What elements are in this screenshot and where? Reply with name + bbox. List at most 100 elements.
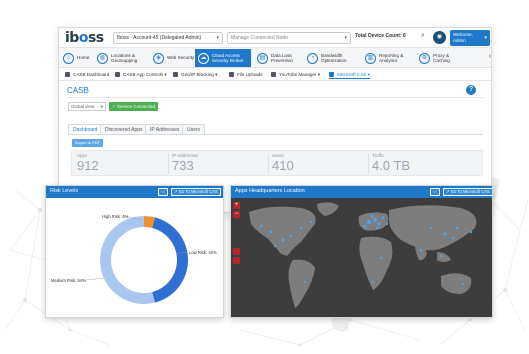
- chart-icon: ▥: [365, 52, 376, 64]
- nav-label: Data Loss Prevention: [271, 52, 293, 64]
- account-select[interactable]: Iboss - Account-45 (Delegated Admin) ▾: [113, 32, 223, 44]
- subnav-label: YouTube Manager ▾: [279, 72, 321, 77]
- australia: [441, 273, 472, 294]
- subnav-file-uploads[interactable]: File Uploads: [229, 70, 263, 79]
- sub-nav: CASB Dashboard CASB App Controls ▾ Geo/I…: [59, 68, 491, 81]
- subnav-youtube-manager[interactable]: YouTube Manager ▾: [271, 70, 320, 79]
- nav-home[interactable]: ⌂ Home: [63, 49, 89, 67]
- nav-proxy[interactable]: ⚙ Proxy & Caching: [419, 49, 463, 67]
- divider: [368, 154, 369, 174]
- view-select-value: Global view: [71, 104, 95, 109]
- go-to-microsoft-cas-button[interactable]: ↗ Go To Microsoft CAS: [443, 188, 492, 196]
- nav-reporting[interactable]: ▥ Reporting & Analytics: [365, 49, 415, 67]
- view-select[interactable]: Global view ▾: [68, 102, 106, 111]
- tab-dashboard[interactable]: Dashboard: [68, 124, 103, 134]
- status-badge: ✓ Service Connected: [109, 102, 159, 111]
- subnav-label: Geo/IP Blocking ▾: [181, 72, 218, 77]
- subnav-label: CASB Dashboard: [73, 72, 110, 77]
- nav-locations[interactable]: ◍ Locations & Geomapping: [97, 49, 147, 67]
- risk-donut-chart: [85, 215, 188, 304]
- eye-icon[interactable]: ◉: [433, 31, 446, 44]
- panel-header: Risk Levels ⇔ ↗ Go To Microsoft CAS: [46, 186, 223, 198]
- asia: [389, 205, 477, 251]
- page-title: CASB: [67, 86, 89, 95]
- controls-icon: [115, 72, 120, 77]
- main-nav: ⌂ Home ◍ Locations & Geomapping ◈ Web Se…: [59, 48, 491, 68]
- nav-casb[interactable]: ☁ Cloud Access Security Broker: [195, 49, 251, 67]
- donut-slice-low-risk[interactable]: [152, 217, 188, 303]
- europe: [358, 212, 389, 231]
- nav-label: Locations & Geomapping: [111, 52, 138, 64]
- manage-node-select[interactable]: Manage Connected Node ▾: [227, 32, 351, 44]
- nav-label: Bandwidth Optimization: [321, 52, 347, 64]
- cloud-icon: ☁: [198, 52, 209, 64]
- stat-value: 4.0 TB: [372, 158, 411, 173]
- leader-line-medium-risk: [85, 277, 105, 281]
- world-map[interactable]: + −: [231, 198, 492, 317]
- world-map-svg: [249, 202, 477, 308]
- upload-icon: [229, 72, 234, 77]
- chevron-down-icon: ▾: [216, 35, 219, 41]
- greenland: [317, 202, 339, 216]
- nav-bandwidth[interactable]: ◔ Bandwidth Optimization: [307, 49, 359, 67]
- continents: [249, 202, 477, 308]
- zoom-in-button[interactable]: +: [233, 202, 240, 209]
- nav-label: Home: [77, 55, 90, 61]
- expand-icon[interactable]: ⇔: [430, 188, 440, 196]
- subnav-casb-dashboard[interactable]: CASB Dashboard: [65, 70, 109, 79]
- donut-slice-medium-risk[interactable]: [100, 216, 155, 304]
- dashboard-icon: [65, 72, 70, 77]
- divider: [68, 134, 483, 135]
- subnav-microsoft-cas[interactable]: Microsoft CAS ▾: [329, 70, 370, 79]
- microsoft-icon: [329, 72, 334, 77]
- stat-value: 733: [172, 158, 194, 173]
- search-icon[interactable]: ⌕: [421, 32, 425, 40]
- expand-icon[interactable]: ⇔: [158, 188, 168, 196]
- top-bar: iboss Iboss - Account-45 (Delegated Admi…: [59, 28, 491, 48]
- panel-header: Apps Headquarters Location ⇔ ↗ Go To Mic…: [231, 186, 492, 198]
- gear-icon: ⚙: [419, 52, 430, 64]
- stat-users: Users 410: [272, 153, 294, 173]
- chevron-down-icon: ▾: [484, 35, 487, 41]
- export-pdf-button[interactable]: Export to PDF: [72, 139, 104, 147]
- document-icon: ▤: [257, 52, 268, 64]
- chevron-down-icon: ▾: [100, 104, 103, 109]
- subnav-label: CASB App Controls ▾: [123, 72, 167, 77]
- go-to-microsoft-cas-button[interactable]: ↗ Go To Microsoft CAS: [171, 188, 221, 196]
- data-label-high-risk: High Risk: 4%: [102, 214, 129, 219]
- nav-dlp[interactable]: ▤ Data Loss Prevention: [257, 49, 303, 67]
- shield-icon: ◈: [153, 52, 164, 64]
- southeast-asia: [437, 252, 451, 262]
- chevron-right-icon[interactable]: ›: [489, 53, 491, 60]
- divider: [67, 97, 483, 98]
- user-name: Admin: [453, 38, 466, 43]
- chevron-down-icon: ▾: [344, 35, 347, 41]
- tab-users[interactable]: Users: [182, 124, 206, 134]
- nav-web-security[interactable]: ◈ Web Security: [153, 49, 194, 67]
- tab-discovered-apps[interactable]: Discovered Apps: [100, 124, 148, 134]
- zoom-out-button[interactable]: −: [233, 211, 240, 218]
- nav-label: Cloud Access Security Broker: [212, 52, 244, 64]
- nav-label: Proxy & Caching: [433, 52, 450, 64]
- iboss-logo[interactable]: iboss: [65, 30, 104, 46]
- subnav-label: File Uploads: [237, 72, 263, 77]
- globe-icon: ◍: [97, 52, 108, 64]
- stat-value: 912: [77, 158, 99, 173]
- account-select-value: Iboss - Account-45 (Delegated Admin): [117, 35, 202, 41]
- subnav-label: Microsoft CAS ▾: [337, 72, 370, 77]
- stat-ip-addresses: IP Addresses 733: [172, 153, 198, 173]
- subnav-app-controls[interactable]: CASB App Controls ▾: [115, 70, 167, 79]
- divider: [268, 154, 269, 174]
- panel-title: Risk Levels: [50, 188, 79, 194]
- help-icon[interactable]: ?: [466, 85, 476, 95]
- user-menu-button[interactable]: Welcome, Admin ▾: [450, 30, 490, 46]
- apps-headquarters-panel: Apps Headquarters Location ⇔ ↗ Go To Mic…: [230, 185, 493, 318]
- tab-ip-addresses[interactable]: IP Addresses: [145, 124, 185, 134]
- button-label: Go To Microsoft CAS: [450, 189, 490, 194]
- south-america: [288, 259, 315, 308]
- divider: [168, 154, 169, 174]
- stat-apps: Apps 912: [77, 153, 99, 173]
- subnav-geoip-blocking[interactable]: Geo/IP Blocking ▾: [173, 70, 217, 79]
- stat-traffic: Traffic 4.0 TB: [372, 153, 410, 173]
- nav-label: Web Security: [167, 55, 195, 61]
